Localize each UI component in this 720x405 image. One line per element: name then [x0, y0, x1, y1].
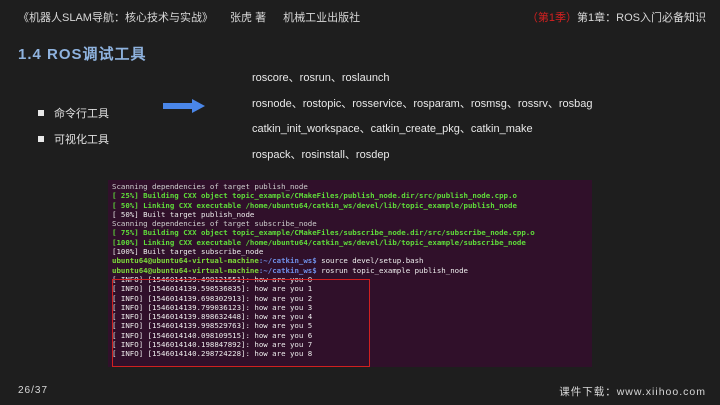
header-right: （第1季）第1章：ROS入门必备知识 — [527, 9, 706, 25]
terminal-line: [ 50%] Linking CXX executable /home/ubun… — [112, 200, 517, 210]
section-title: 1.4 ROS调试工具 — [18, 46, 147, 63]
terminal-line: [100%] Built target subscribe_node — [112, 247, 264, 257]
terminal-prompt-user: ubuntu64@ubuntu64-virtual-machine — [112, 265, 259, 275]
terminal-prompt-user: ubuntu64@ubuntu64-virtual-machine — [112, 256, 259, 266]
header-left: 《机器人SLAM导航：核心技术与实战》 张虎 著 机械工业出版社 — [18, 9, 374, 25]
command-list: roscore、rosrun、roslaunch rosnode、rostopi… — [252, 70, 593, 172]
highlight-box — [112, 279, 370, 367]
terminal-line: ubuntu64@ubuntu64-virtual-machine:~/catk… — [112, 256, 588, 265]
terminal-line: Scanning dependencies of target subscrib… — [112, 219, 317, 229]
bullet-item: 命令行工具 — [38, 100, 109, 126]
chapter-label: 第1章：ROS入门必备知识 — [577, 12, 706, 24]
terminal-line: [ 75%] Building CXX object topic_example… — [112, 228, 535, 238]
book-title: 《机器人SLAM导航：核心技术与实战》 — [18, 12, 213, 24]
author: 张虎 著 — [230, 12, 267, 24]
command-line: rospack、rosinstall、rosdep — [252, 148, 390, 161]
right-arrow-icon — [163, 99, 205, 113]
publisher: 机械工业出版社 — [283, 12, 361, 24]
terminal-line: [ 50%] Built target publish_node — [112, 209, 255, 219]
command-line: catkin_init_workspace、catkin_create_pkg、… — [252, 123, 533, 135]
terminal-command: rosrun topic_example publish_node — [316, 265, 468, 275]
terminal-line: [100%] Linking CXX executable /home/ubun… — [112, 237, 526, 247]
page-number: 26/37 — [18, 385, 49, 396]
season-label: （第1季） — [526, 12, 578, 24]
bullet-list: 命令行工具 可视化工具 — [38, 100, 109, 152]
bullet-label: 命令行工具 — [54, 108, 109, 120]
download-link-text: 课件下载：www.xiihoo.com — [559, 386, 706, 398]
terminal-prompt-path: :~/catkin_ws$ — [258, 256, 317, 266]
command-line: rosnode、rostopic、rosservice、rosparam、ros… — [252, 97, 593, 110]
bullet-label: 可视化工具 — [54, 134, 109, 146]
terminal-line: Scanning dependencies of target publish_… — [112, 182, 308, 191]
bullet-square-icon — [38, 110, 44, 116]
bullet-item: 可视化工具 — [38, 126, 109, 152]
terminal-line: [ 25%] Building CXX object topic_example… — [112, 191, 517, 201]
terminal-prompt-path: :~/catkin_ws$ — [258, 265, 317, 275]
terminal-command: source devel/setup.bash — [316, 256, 424, 266]
bullet-square-icon — [38, 136, 44, 142]
terminal-line: ubuntu64@ubuntu64-virtual-machine:~/catk… — [112, 266, 588, 275]
command-line: roscore、rosrun、roslaunch — [252, 72, 390, 84]
